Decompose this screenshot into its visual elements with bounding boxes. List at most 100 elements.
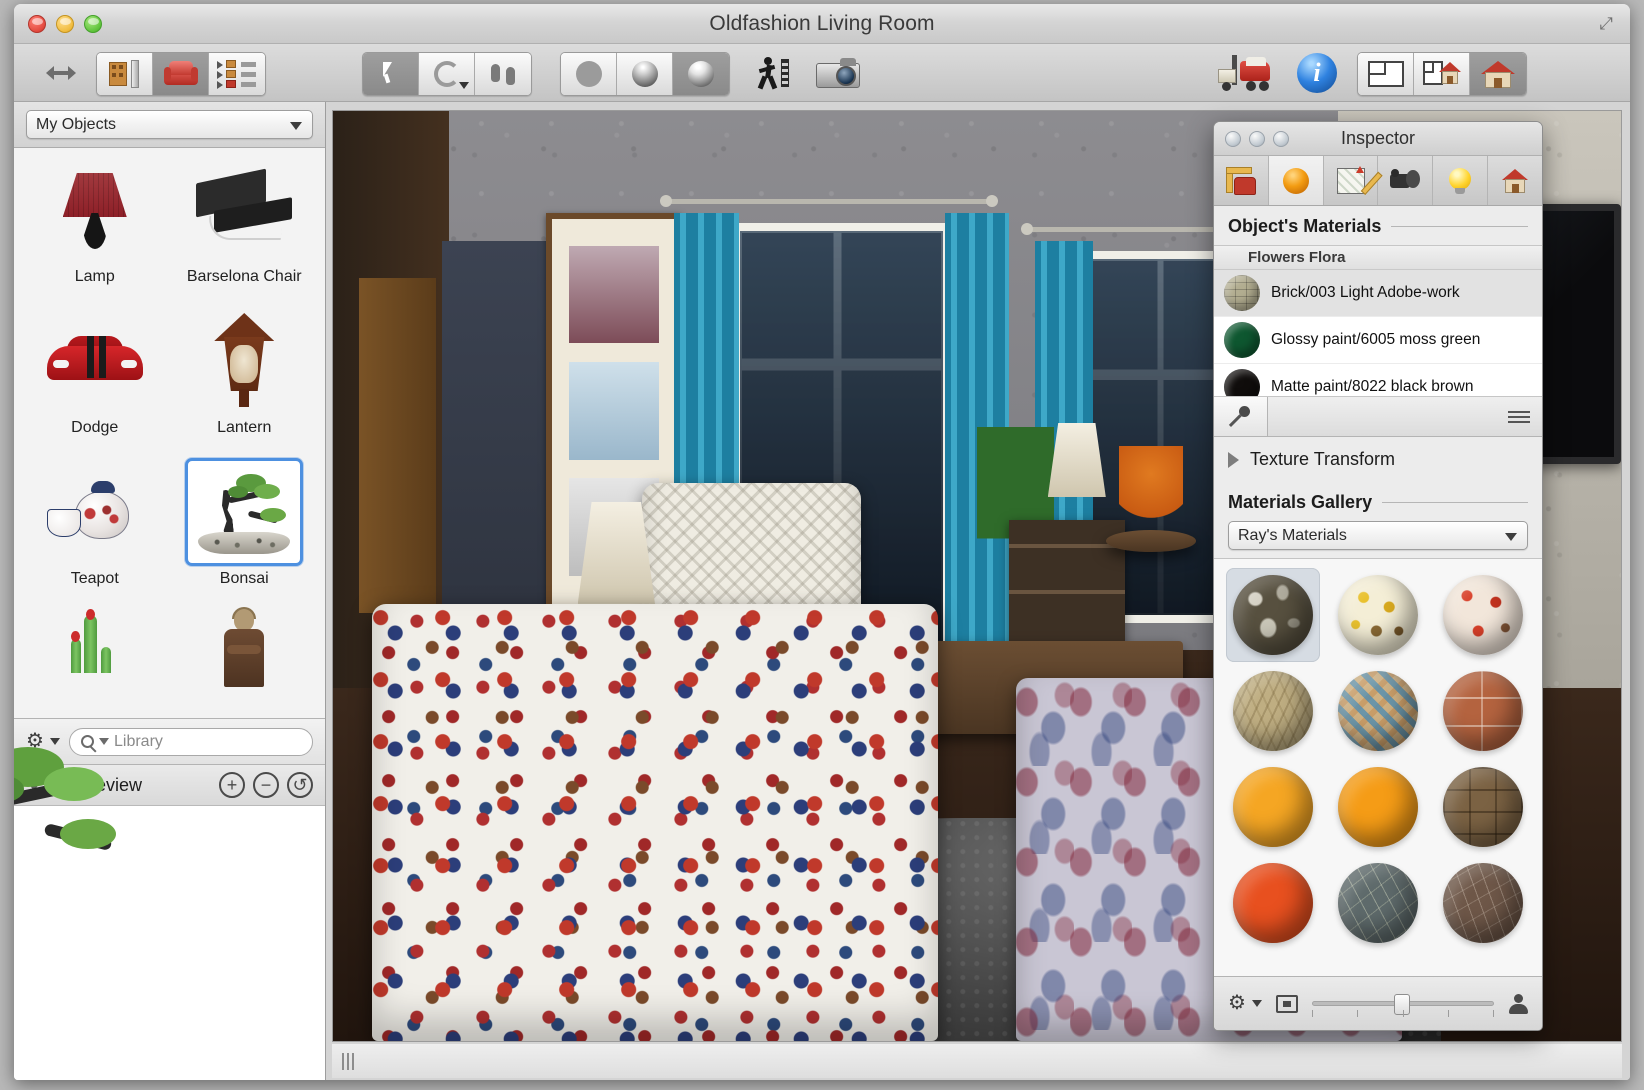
- object-thumbnail: [36, 307, 154, 415]
- object-thumbnail: [36, 609, 154, 653]
- person-figure-icon: [218, 609, 270, 687]
- plan-view-button[interactable]: [1358, 53, 1414, 95]
- teapot-icon: [45, 477, 145, 547]
- material-name: Glossy paint/6005 moss green: [1271, 331, 1480, 349]
- tool-segmented-control[interactable]: [362, 52, 532, 96]
- material-ball: [1338, 575, 1418, 655]
- flower-vase: [1119, 446, 1183, 539]
- list-item[interactable]: Lamp: [20, 156, 170, 307]
- forklift-icon: [1218, 55, 1272, 91]
- materials-gallery-picker-label: Ray's Materials: [1238, 527, 1347, 545]
- object-materials-section-header: Object's Materials: [1214, 206, 1542, 241]
- gallery-swatch[interactable]: [1331, 760, 1425, 854]
- list-item[interactable]: [20, 609, 170, 718]
- texture-transform-disclosure[interactable]: Texture Transform: [1214, 437, 1542, 482]
- list-item[interactable]: Teapot: [20, 458, 170, 609]
- table-row[interactable]: Matte paint/8022 black brown: [1214, 364, 1542, 397]
- list-item[interactable]: Lantern: [170, 307, 320, 458]
- object-grid[interactable]: Lamp Barselona Chair: [14, 148, 325, 718]
- object-materials-list[interactable]: Flowers Flora Brick/003 Light Adobe-work…: [1214, 245, 1542, 397]
- list-item[interactable]: [170, 609, 320, 718]
- object-import-button[interactable]: [1210, 52, 1280, 94]
- material-ball: [1233, 575, 1313, 655]
- library-picker[interactable]: My Objects: [26, 110, 313, 139]
- walkthrough-button[interactable]: [749, 52, 799, 94]
- 3d-view-button[interactable]: [1470, 53, 1526, 95]
- list-item[interactable]: Barselona Chair: [170, 156, 320, 307]
- sofa: [372, 604, 939, 1041]
- table-row[interactable]: Brick/003 Light Adobe-work: [1214, 270, 1542, 317]
- take-photo-button[interactable]: [807, 52, 869, 94]
- tab-drawing[interactable]: [1324, 156, 1379, 205]
- gallery-swatch[interactable]: [1436, 568, 1530, 662]
- render-quality-segmented-control[interactable]: [560, 52, 730, 96]
- gallery-swatch[interactable]: [1436, 664, 1530, 758]
- 3d-preview-pane[interactable]: [14, 806, 325, 1080]
- house-icon: [1502, 169, 1528, 193]
- materials-gallery-picker[interactable]: Ray's Materials: [1228, 521, 1528, 550]
- object-thumbnail: [36, 458, 154, 566]
- gallery-swatch[interactable]: [1436, 760, 1530, 854]
- gallery-swatch[interactable]: [1331, 568, 1425, 662]
- smooth-shading-button[interactable]: [617, 53, 673, 95]
- tab-materials[interactable]: [1269, 156, 1324, 205]
- lantern-icon: [209, 311, 279, 411]
- materials-gallery-grid[interactable]: [1214, 558, 1542, 976]
- hierarchy-list-icon: [217, 59, 257, 89]
- floor-plan-mode-button[interactable]: [97, 53, 153, 95]
- gallery-swatch[interactable]: [1226, 760, 1320, 854]
- gallery-swatch-selected[interactable]: [1226, 568, 1320, 662]
- triangle-right-icon[interactable]: [1228, 452, 1239, 468]
- lamp-icon: [55, 167, 135, 253]
- mode-segmented-control[interactable]: [96, 52, 266, 96]
- resize-sidebar-button[interactable]: [36, 52, 86, 94]
- gallery-swatch[interactable]: [1226, 664, 1320, 758]
- flat-shading-button[interactable]: [561, 53, 617, 95]
- resize-grip-icon[interactable]: [342, 1053, 354, 1070]
- hamburger-menu-icon[interactable]: [1508, 408, 1530, 426]
- title-bar: Oldfashion Living Room ⤢: [14, 4, 1630, 44]
- gear-icon: ⚙: [1228, 993, 1249, 1014]
- small-thumbnail-icon[interactable]: [1276, 995, 1298, 1013]
- measure-tool-button[interactable]: [475, 53, 531, 95]
- rotate-tool-button[interactable]: [419, 53, 475, 95]
- tab-site[interactable]: [1488, 156, 1542, 205]
- object-list-mode-button[interactable]: [209, 53, 265, 95]
- gallery-swatch[interactable]: [1331, 664, 1425, 758]
- gallery-swatch[interactable]: [1331, 856, 1425, 950]
- building-ruler-icon: [109, 60, 141, 88]
- material-ball: [1338, 863, 1418, 943]
- tab-object[interactable]: [1214, 156, 1269, 205]
- gallery-swatch[interactable]: [1436, 856, 1530, 950]
- thumbnail-size-slider[interactable]: [1312, 991, 1494, 1017]
- table-row[interactable]: Glossy paint/6005 moss green: [1214, 317, 1542, 364]
- library-picker-bar: My Objects: [14, 102, 325, 148]
- video-camera-icon: [1390, 170, 1420, 192]
- list-item-label: Lamp: [75, 268, 115, 286]
- eyedropper-button[interactable]: [1214, 397, 1268, 436]
- list-item-selected[interactable]: Bonsai: [170, 458, 320, 609]
- page-title: Oldfashion Living Room: [14, 12, 1630, 36]
- chevron-down-icon: [1252, 1000, 1262, 1007]
- inspector-bottom-bar: ⚙: [1214, 976, 1542, 1030]
- list-item[interactable]: Dodge: [20, 307, 170, 458]
- view-segmented-control[interactable]: [1357, 52, 1527, 96]
- tab-camera[interactable]: [1378, 156, 1433, 205]
- material-name: Matte paint/8022 black brown: [1271, 378, 1473, 396]
- select-tool-button[interactable]: [363, 53, 419, 95]
- material-ball: [1233, 767, 1313, 847]
- gallery-actions-button[interactable]: ⚙: [1228, 993, 1262, 1014]
- application-window: Oldfashion Living Room ⤢: [14, 4, 1630, 1080]
- material-actions-area[interactable]: [1268, 397, 1542, 436]
- material-ball: [1443, 671, 1523, 751]
- glossy-shading-button[interactable]: [673, 53, 729, 95]
- furniture-mode-button[interactable]: [153, 53, 209, 95]
- info-button[interactable]: i: [1292, 52, 1342, 94]
- large-thumbnail-icon[interactable]: [1508, 994, 1528, 1014]
- split-view-button[interactable]: [1414, 53, 1470, 95]
- library-picker-label: My Objects: [36, 116, 116, 134]
- chevron-down-icon: [459, 82, 469, 89]
- expand-arrows-icon[interactable]: ⤢: [1596, 14, 1616, 34]
- gallery-swatch[interactable]: [1226, 856, 1320, 950]
- tab-light[interactable]: [1433, 156, 1488, 205]
